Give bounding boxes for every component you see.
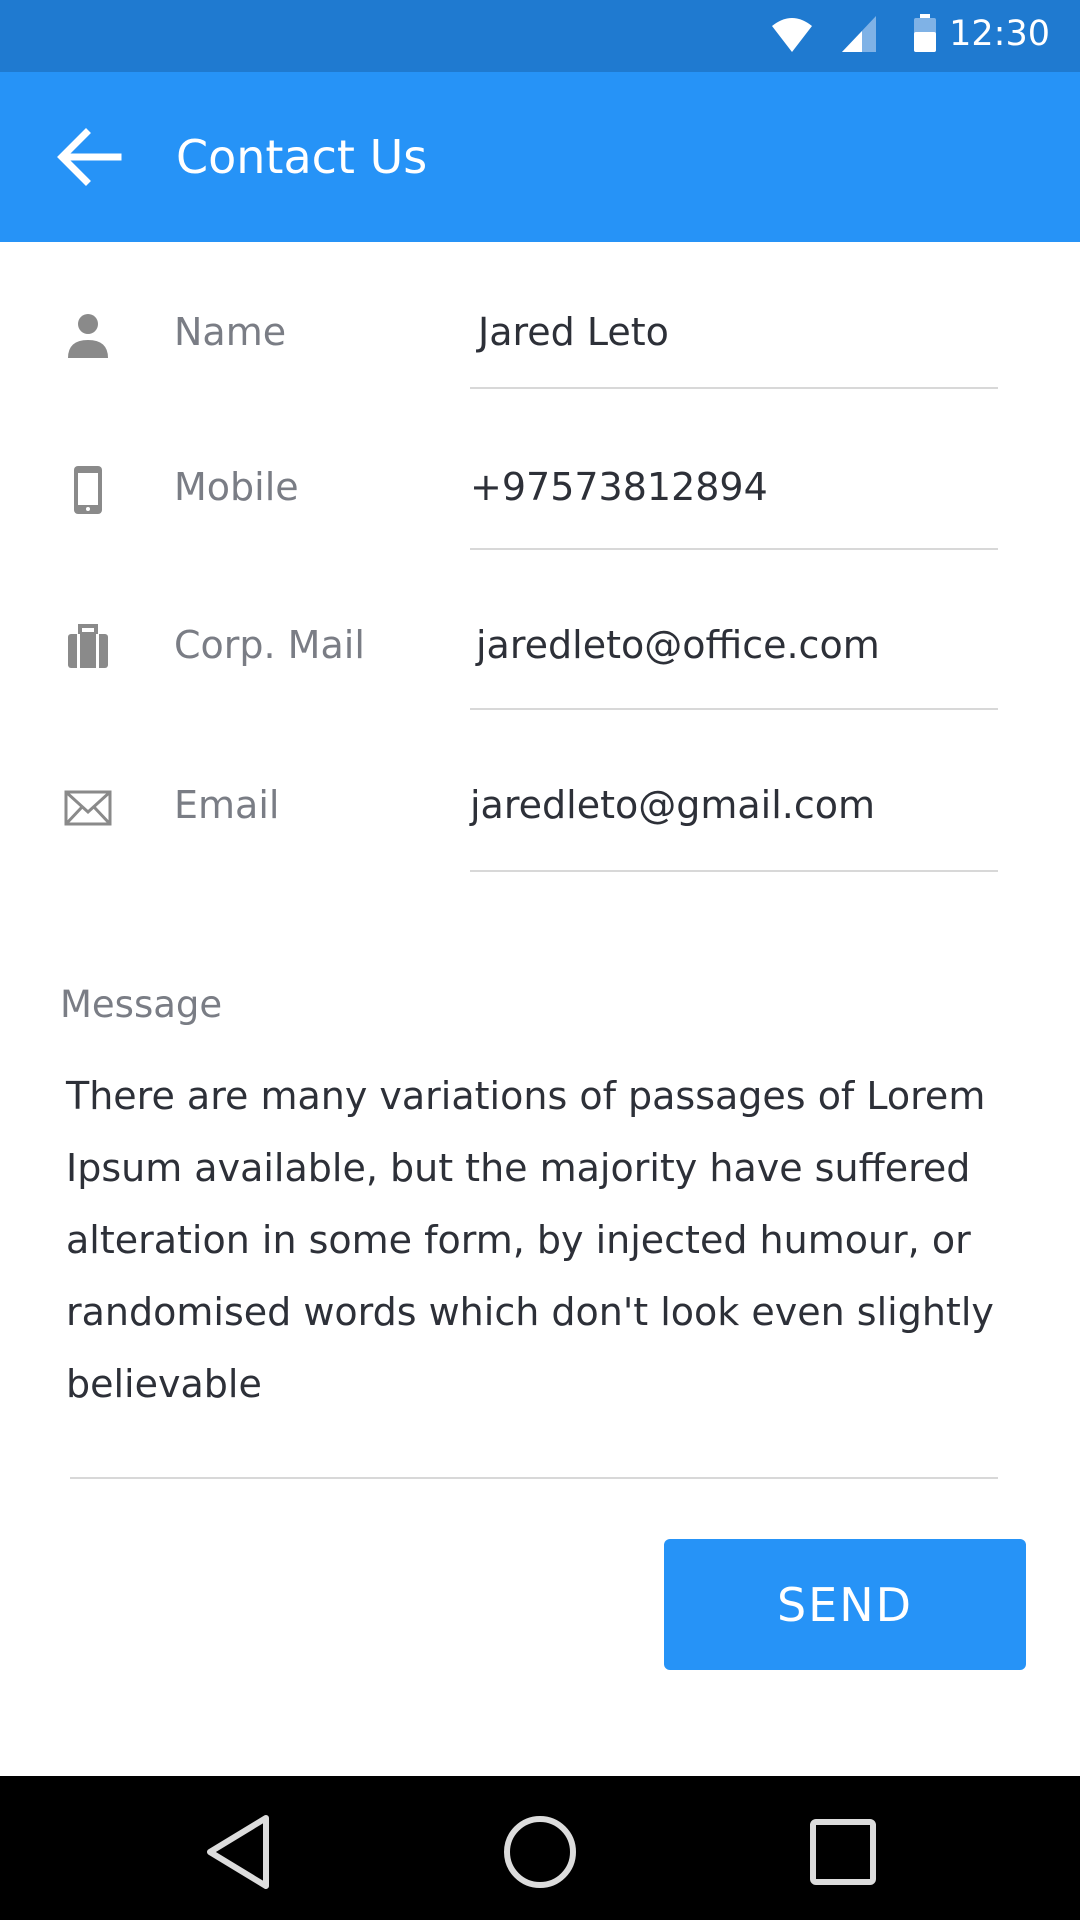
mobile-underline	[470, 548, 998, 550]
envelope-icon	[64, 790, 112, 826]
corp-mail-field-row: Corp. Mail jaredleto@office.com	[0, 584, 1080, 710]
briefcase-icon	[68, 624, 108, 668]
name-field-row: Name Jared Leto	[0, 272, 1080, 392]
corp-mail-label: Corp. Mail	[174, 623, 365, 667]
arrow-left-icon[interactable]	[56, 127, 122, 187]
email-underline	[470, 870, 998, 872]
recents-square-icon[interactable]	[803, 1812, 883, 1892]
send-button[interactable]: SEND	[664, 1539, 1026, 1670]
cell-signal-icon	[842, 16, 876, 52]
mobile-phone-icon	[74, 466, 102, 514]
name-underline	[470, 387, 998, 389]
corp-mail-input[interactable]: jaredleto@office.com	[476, 620, 1004, 670]
email-input[interactable]: jaredleto@gmail.com	[470, 780, 998, 830]
mobile-input[interactable]: +97573812894	[470, 462, 998, 512]
wifi-icon	[772, 18, 812, 52]
message-label: Message	[60, 983, 223, 1026]
page-title: Contact Us	[176, 130, 428, 184]
mobile-label: Mobile	[174, 465, 299, 509]
corp-mail-underline	[470, 708, 998, 710]
battery-icon	[914, 14, 936, 52]
email-label: Email	[174, 783, 280, 827]
message-underline	[70, 1477, 998, 1479]
person-icon	[68, 314, 108, 358]
email-field-row: Email jaredleto@gmail.com	[0, 744, 1080, 872]
navigation-bar	[0, 1776, 1080, 1920]
message-textarea[interactable]: There are many variations of passages of…	[66, 1060, 1026, 1420]
name-label: Name	[174, 310, 287, 354]
status-bar: 12:30	[0, 0, 1080, 72]
back-triangle-icon[interactable]	[200, 1812, 280, 1892]
mobile-field-row: Mobile +97573812894	[0, 424, 1080, 550]
app-bar: Contact Us	[0, 72, 1080, 242]
home-circle-icon[interactable]	[500, 1812, 580, 1892]
status-time: 12:30	[949, 14, 1050, 54]
name-input[interactable]: Jared Leto	[478, 307, 1006, 357]
